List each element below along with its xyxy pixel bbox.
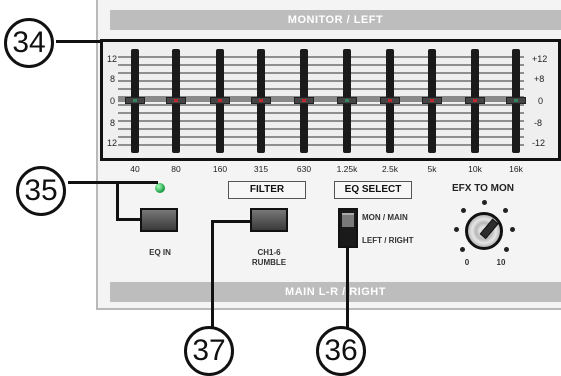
scale-right-0: 0: [538, 96, 544, 106]
knob-scale-dot: [503, 208, 508, 213]
knob-scale-dot: [504, 247, 509, 252]
eq-slider-5k[interactable]: [422, 49, 442, 153]
callout-37: 37: [184, 326, 234, 376]
efx-to-mon-heading: EFX TO MON: [451, 183, 515, 194]
ch1-6-label: CH1-6: [257, 248, 281, 257]
knob-scale-dot: [454, 227, 459, 232]
knob-scale-dot: [460, 247, 465, 252]
scale-right-8-bottom: -8: [534, 118, 543, 128]
scale-right-12-top: +12: [532, 54, 548, 64]
freq-label-1-25k: 1.25k: [336, 164, 358, 174]
callout-34: 34: [4, 18, 54, 68]
freq-label-80: 80: [171, 164, 181, 174]
freq-label-40: 40: [130, 164, 140, 174]
eq-slider-cap[interactable]: [166, 97, 186, 104]
eq-slider-16k[interactable]: [506, 49, 526, 153]
scale-left-0: 0: [110, 96, 116, 106]
scale-left-12-bottom: 12: [107, 138, 118, 148]
freq-label-10k: 10k: [468, 164, 482, 174]
freq-label-2-5k: 2.5k: [381, 164, 399, 174]
callout-34-line: [56, 40, 102, 43]
eq-slider-cap[interactable]: [337, 97, 357, 104]
callout-35-line-vertical: [116, 181, 119, 220]
ch1-6-rumble-button[interactable]: [250, 208, 288, 232]
eq-slider-160[interactable]: [210, 49, 230, 153]
eq-slider-630[interactable]: [294, 49, 314, 153]
eq-select-lever[interactable]: [342, 213, 354, 227]
callout-36: 36: [316, 326, 366, 376]
eq-slider-cap[interactable]: [125, 97, 145, 104]
eq-slider-cap[interactable]: [506, 97, 526, 104]
callout-36-line: [346, 246, 349, 330]
eq-slider-1.25k[interactable]: [337, 49, 357, 153]
eq-slider-cap[interactable]: [210, 97, 230, 104]
rumble-label: RUMBLE: [251, 258, 287, 267]
eq-slider-cap[interactable]: [251, 97, 271, 104]
left-right-label: LEFT / RIGHT: [362, 236, 414, 245]
eq-in-led: [155, 183, 165, 193]
eq-slider-10k[interactable]: [465, 49, 485, 153]
eq-slider-315[interactable]: [251, 49, 271, 153]
filter-heading: FILTER: [228, 181, 306, 199]
mon-main-label: MON / MAIN: [362, 213, 408, 222]
knob-scale-dot: [482, 200, 487, 205]
scale-right-8-top: +8: [534, 74, 545, 84]
eq-slider-cap[interactable]: [465, 97, 485, 104]
callout-37-line-horizontal: [211, 220, 250, 223]
eq-slider-cap[interactable]: [294, 97, 314, 104]
scale-left-8-bottom: 8: [110, 118, 116, 128]
knob-scale-dot: [510, 227, 515, 232]
freq-label-630: 630: [296, 164, 312, 174]
eq-in-label: EQ IN: [149, 248, 171, 257]
callout-35-line-horizontal: [68, 181, 158, 184]
freq-label-16k: 16k: [509, 164, 523, 174]
eq-slider-2.5k[interactable]: [380, 49, 400, 153]
eq-select-switch[interactable]: [338, 208, 358, 248]
callout-35-line-to-button: [116, 218, 140, 221]
efx-to-mon-knob-wrap[interactable]: [453, 200, 515, 262]
scale-left-12-top: 12: [107, 54, 118, 64]
monitor-left-band: MONITOR / LEFT: [110, 10, 561, 30]
knob-max-label: 10: [496, 258, 506, 267]
eq-in-button[interactable]: [140, 208, 178, 232]
knob-scale-dot: [461, 208, 466, 213]
eq-slider-cap[interactable]: [380, 97, 400, 104]
callout-35: 35: [16, 166, 66, 216]
eq-slider-80[interactable]: [166, 49, 186, 153]
eq-slider-40[interactable]: [125, 49, 145, 153]
scale-left-8-top: 8: [110, 74, 116, 84]
freq-label-5k: 5k: [427, 164, 437, 174]
freq-label-315: 315: [253, 164, 269, 174]
scale-right-12-bottom: -12: [532, 138, 546, 148]
callout-37-line-vertical: [211, 220, 214, 330]
knob-min-label: 0: [464, 258, 470, 267]
eq-select-heading: EQ SELECT: [334, 181, 412, 199]
main-lr-right-band: MAIN L-R / RIGHT: [110, 282, 561, 302]
freq-label-160: 160: [212, 164, 228, 174]
eq-slider-cap[interactable]: [422, 97, 442, 104]
